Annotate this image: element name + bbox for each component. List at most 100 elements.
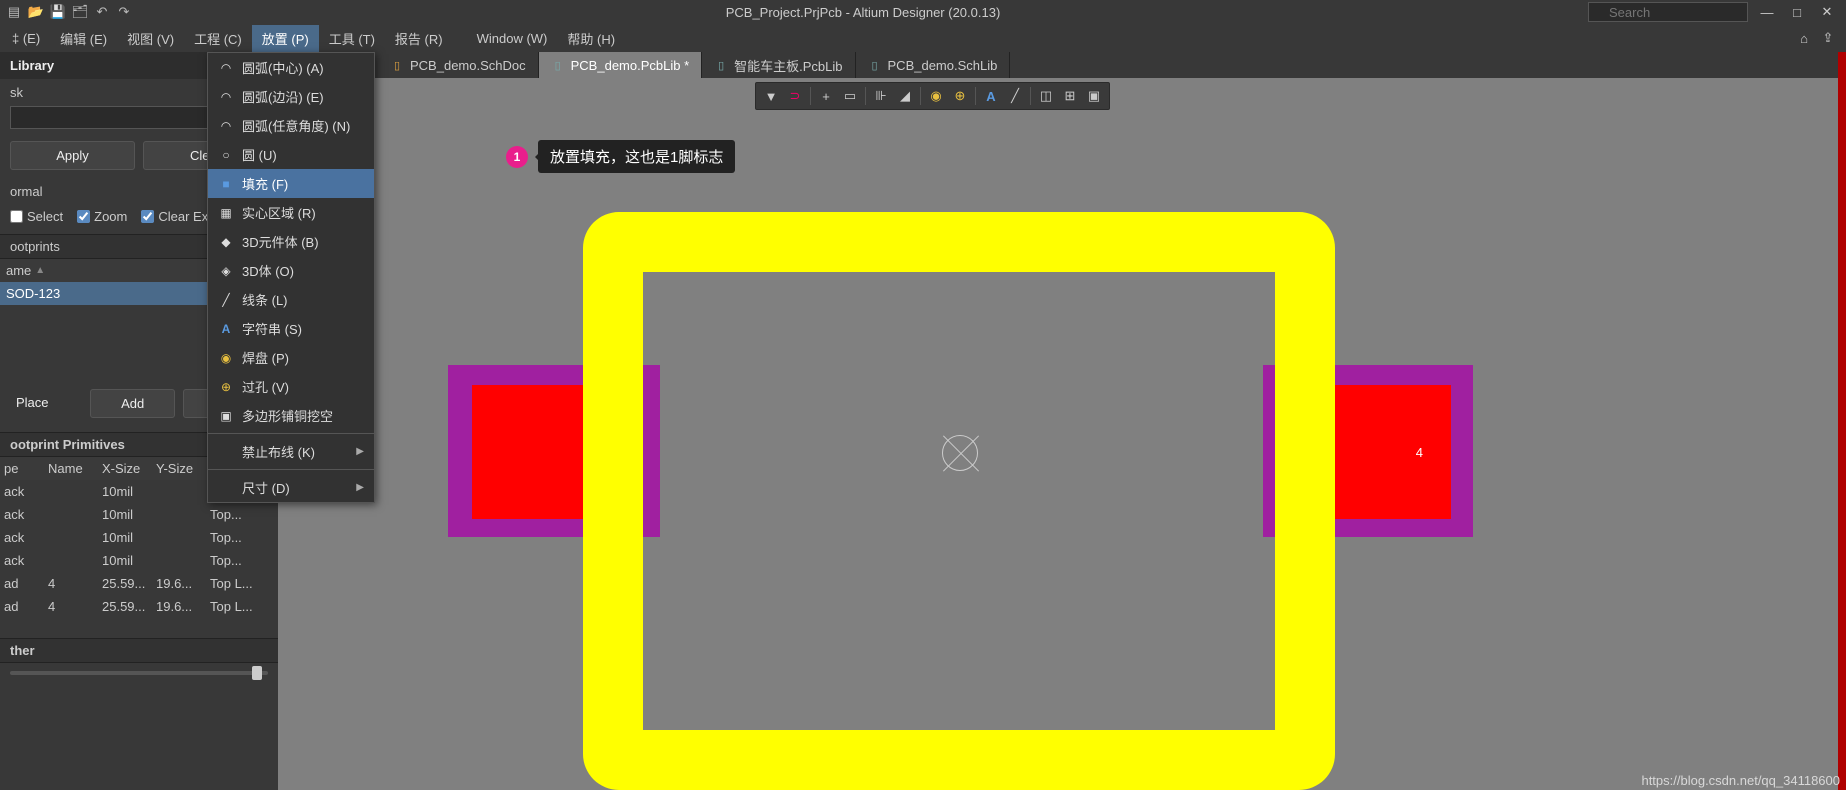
dd-arc-center[interactable]: ◠圆弧(中心) (A) bbox=[208, 53, 374, 82]
menu-project[interactable]: 工程 (C) bbox=[184, 25, 252, 52]
menu-edit[interactable]: 编辑 (E) bbox=[50, 25, 117, 52]
dd-separator bbox=[208, 433, 374, 434]
col-pname[interactable]: Name bbox=[44, 457, 98, 480]
menu-window[interactable]: Window (W) bbox=[467, 27, 558, 50]
dd-separator bbox=[208, 469, 374, 470]
primitive-row[interactable]: ack10milTop... bbox=[0, 526, 278, 549]
via-tool-icon[interactable]: ⊕ bbox=[949, 85, 971, 107]
tab-pcblib[interactable]: ▯PCB_demo.PcbLib * bbox=[539, 52, 703, 78]
opacity-slider[interactable] bbox=[0, 663, 278, 675]
dd-keepout[interactable]: 禁止布线 (K)▶ bbox=[208, 437, 374, 466]
rect-icon[interactable]: ▭ bbox=[839, 85, 861, 107]
dd-polygon-cutout[interactable]: ▣多边形铺铜挖空 bbox=[208, 401, 374, 430]
pad-tool-icon[interactable]: ◉ bbox=[925, 85, 947, 107]
other-section: ther bbox=[0, 638, 278, 663]
dd-dimension[interactable]: 尺寸 (D)▶ bbox=[208, 473, 374, 502]
dd-circle[interactable]: ○圆 (U) bbox=[208, 140, 374, 169]
component-outline bbox=[583, 212, 1335, 790]
erase-icon[interactable]: ◢ bbox=[894, 85, 916, 107]
save-icon[interactable]: 💾 bbox=[50, 4, 66, 20]
dd-fill[interactable]: ■填充 (F) bbox=[208, 169, 374, 198]
via-icon: ⊕ bbox=[218, 379, 234, 395]
titlebar-right: — □ ✕ bbox=[1588, 2, 1846, 22]
dd-string[interactable]: A字符串 (S) bbox=[208, 314, 374, 343]
graph3-icon[interactable]: ▣ bbox=[1083, 85, 1105, 107]
zoom-checkbox[interactable]: Zoom bbox=[77, 209, 127, 224]
col-name-header[interactable]: ame▲ bbox=[0, 259, 208, 282]
dd-line[interactable]: ╱线条 (L) bbox=[208, 285, 374, 314]
primitive-row[interactable]: ack10milTop... bbox=[0, 549, 278, 572]
primitive-row[interactable]: ack10milTop... bbox=[0, 503, 278, 526]
arc-icon: ◠ bbox=[218, 118, 234, 134]
right-dock-edge[interactable] bbox=[1838, 52, 1846, 790]
tab-smartcar[interactable]: ▯智能车主板.PcbLib bbox=[702, 52, 855, 78]
line-tool-icon[interactable]: ╱ bbox=[1004, 85, 1026, 107]
tab-schdoc[interactable]: ▯PCB_demo.SchDoc bbox=[378, 52, 539, 78]
annotation-text: 放置填充，这也是1脚标志 bbox=[538, 140, 735, 173]
text-tool-icon[interactable]: A bbox=[980, 85, 1002, 107]
select-checkbox[interactable]: Select bbox=[10, 209, 63, 224]
submenu-arrow-icon: ▶ bbox=[356, 482, 364, 493]
share-icon[interactable]: ⇪ bbox=[1818, 28, 1838, 48]
menu-view[interactable]: 视图 (V) bbox=[117, 25, 184, 52]
primitive-row[interactable]: ad425.59...19.6...Top L... bbox=[0, 595, 278, 618]
pcb-canvas[interactable]: 4 4 1 放置填充，这也是1脚标志 bbox=[278, 78, 1846, 790]
search-input[interactable] bbox=[1588, 2, 1748, 22]
close-button[interactable]: ✕ bbox=[1816, 2, 1838, 22]
graph1-icon[interactable]: ◫ bbox=[1035, 85, 1057, 107]
document-tabs: ▯PCB_demo.SchDoc ▯PCB_demo.PcbLib * ▯智能车… bbox=[278, 52, 1846, 78]
apply-button[interactable]: Apply bbox=[10, 141, 135, 170]
dd-3d-model[interactable]: ◈3D体 (O) bbox=[208, 256, 374, 285]
search-wrap bbox=[1588, 2, 1748, 22]
doc-icon: ▯ bbox=[551, 58, 565, 72]
graph2-icon[interactable]: ⊞ bbox=[1059, 85, 1081, 107]
doc-icon: ▯ bbox=[714, 58, 728, 72]
active-bar: ▼ ⊃ + ▭ ⊪ ◢ ◉ ⊕ A ╱ ◫ ⊞ ▣ bbox=[755, 82, 1110, 110]
body3d-icon: ◆ bbox=[218, 234, 234, 250]
region-icon: ▦ bbox=[218, 205, 234, 221]
annotation: 1 放置填充，这也是1脚标志 bbox=[506, 140, 735, 173]
col-type[interactable]: pe bbox=[0, 457, 44, 480]
arc-icon: ◠ bbox=[218, 89, 234, 105]
dd-pad[interactable]: ◉焊盘 (P) bbox=[208, 343, 374, 372]
titlebar: ▤ 📂 💾 🗂 ↶ ↷ PCB_Project.PrjPcb - Altium … bbox=[0, 0, 1846, 24]
line-icon: ╱ bbox=[218, 292, 234, 308]
undo-icon[interactable]: ↶ bbox=[94, 4, 110, 20]
slider-thumb[interactable] bbox=[252, 666, 262, 680]
origin-marker bbox=[942, 435, 978, 471]
saveall-icon[interactable]: 🗂 bbox=[72, 4, 88, 20]
filter-icon[interactable]: ▼ bbox=[760, 85, 782, 107]
arc-icon: ◠ bbox=[218, 60, 234, 76]
open-icon[interactable]: 📂 bbox=[28, 4, 44, 20]
snap-icon[interactable]: ⊃ bbox=[784, 85, 806, 107]
menu-reports[interactable]: 报告 (R) bbox=[385, 25, 453, 52]
menu-tools[interactable]: 工具 (T) bbox=[319, 25, 385, 52]
app-icon: ▤ bbox=[6, 4, 22, 20]
align-icon[interactable]: ⊪ bbox=[870, 85, 892, 107]
menu-place[interactable]: 放置 (P) bbox=[252, 25, 319, 52]
col-ysize[interactable]: Y-Size bbox=[152, 457, 206, 480]
maximize-button[interactable]: □ bbox=[1786, 2, 1808, 22]
menu-file[interactable]: ‡ (E) bbox=[2, 27, 50, 50]
pad-icon: ◉ bbox=[218, 350, 234, 366]
watermark: https://blog.csdn.net/qq_34118600 bbox=[1641, 773, 1840, 788]
home-icon[interactable]: ⌂ bbox=[1794, 28, 1814, 48]
dd-arc-edge[interactable]: ◠圆弧(边沿) (E) bbox=[208, 82, 374, 111]
tab-schlib[interactable]: ▯PCB_demo.SchLib bbox=[856, 52, 1011, 78]
dd-via[interactable]: ⊕过孔 (V) bbox=[208, 372, 374, 401]
add-button[interactable]: Add bbox=[90, 389, 175, 418]
minimize-button[interactable]: — bbox=[1756, 2, 1778, 22]
titlebar-left-icons: ▤ 📂 💾 🗂 ↶ ↷ bbox=[0, 4, 138, 20]
place-button[interactable]: Place bbox=[10, 389, 82, 418]
dd-solid-region[interactable]: ▦实心区域 (R) bbox=[208, 198, 374, 227]
menu-help[interactable]: 帮助 (H) bbox=[557, 25, 625, 52]
redo-icon[interactable]: ↷ bbox=[116, 4, 132, 20]
dd-3d-body[interactable]: ◆3D元件体 (B) bbox=[208, 227, 374, 256]
text-icon: A bbox=[218, 321, 234, 337]
col-xsize[interactable]: X-Size bbox=[98, 457, 152, 480]
window-title: PCB_Project.PrjPcb - Altium Designer (20… bbox=[138, 5, 1588, 20]
dd-arc-any[interactable]: ◠圆弧(任意角度) (N) bbox=[208, 111, 374, 140]
primitive-row[interactable]: ad425.59...19.6...Top L... bbox=[0, 572, 278, 595]
origin-icon[interactable]: + bbox=[815, 85, 837, 107]
menubar-right-icons: ⌂ ⇪ bbox=[1794, 28, 1846, 48]
